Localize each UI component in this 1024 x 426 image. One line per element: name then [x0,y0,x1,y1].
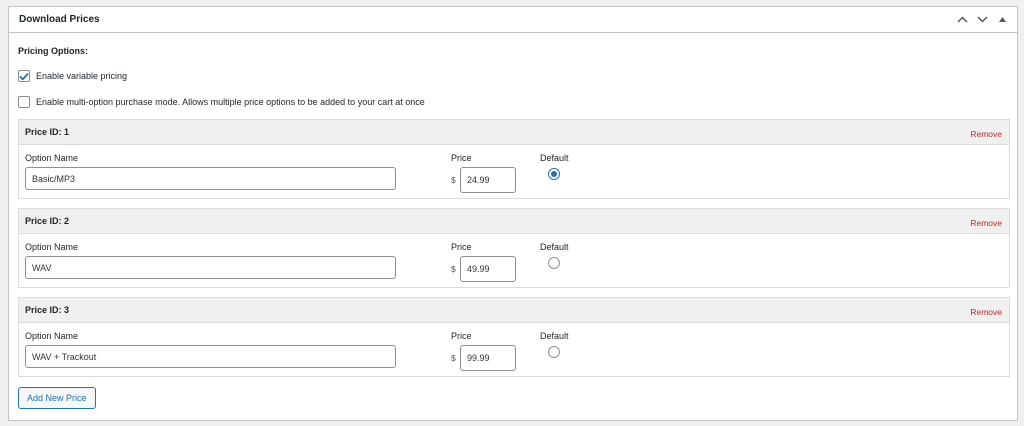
option-name-input[interactable] [25,256,396,279]
checkmark-icon [19,72,29,81]
multi-option-mode-option: Enable multi-option purchase mode. Allow… [18,95,1008,109]
price-row: Price ID: 1 Remove Option Name Price Def… [18,119,1010,199]
currency-symbol: $ [451,175,456,185]
currency-symbol: $ [451,353,456,363]
option-name-label: Option Name [25,153,79,163]
variable-pricing-label: Enable variable pricing [36,71,128,81]
price-label: Price [451,331,472,341]
option-name-input[interactable] [25,167,396,190]
remove-price-link[interactable]: Remove [970,303,1002,317]
price-label: Price [451,242,472,252]
price-id-label: Price ID: 3 [25,305,70,315]
default-price-radio[interactable] [548,257,560,269]
multi-option-mode-label: Enable multi-option purchase mode. Allow… [36,97,425,107]
chevron-up-icon[interactable] [955,13,969,27]
add-new-price-button[interactable]: Add New Price [18,387,96,409]
price-input[interactable] [460,345,516,371]
price-row: Price ID: 2 Remove Option Name Price Def… [18,208,1010,288]
metabox-title: Download Prices [19,14,100,25]
price-row-body: Option Name Price Default $ [19,145,1009,198]
price-row-header: Price ID: 2 Remove [19,209,1009,234]
pricing-options-label: Pricing Options: [18,46,89,56]
price-label: Price [451,153,472,163]
price-row-header: Price ID: 1 Remove [19,120,1009,145]
caret-up-icon[interactable] [995,13,1009,27]
price-rows: Price ID: 1 Remove Option Name Price Def… [18,119,1010,377]
remove-price-link[interactable]: Remove [970,214,1002,228]
default-label: Default [540,331,569,341]
option-name-label: Option Name [25,242,79,252]
default-label: Default [540,153,569,163]
metabox-header-controls [955,13,1009,27]
remove-price-link[interactable]: Remove [970,125,1002,139]
metabox-content: Pricing Options: Enable variable pricing… [9,33,1017,409]
chevron-down-icon[interactable] [975,13,989,27]
download-prices-metabox: Download Prices Pricing Options: Enable … [8,6,1018,421]
option-name-label: Option Name [25,331,79,341]
price-input[interactable] [460,256,516,282]
option-name-input[interactable] [25,345,396,368]
default-price-radio[interactable] [548,168,560,180]
variable-pricing-option: Enable variable pricing [18,69,1008,83]
default-label: Default [540,242,569,252]
currency-symbol: $ [451,264,456,274]
variable-pricing-checkbox[interactable] [18,70,30,82]
metabox-header: Download Prices [9,7,1017,33]
price-row: Price ID: 3 Remove Option Name Price Def… [18,297,1010,377]
price-input[interactable] [460,167,516,193]
price-row-body: Option Name Price Default $ [19,234,1009,287]
price-id-label: Price ID: 1 [25,127,70,137]
price-id-label: Price ID: 2 [25,216,70,226]
multi-option-mode-checkbox[interactable] [18,96,30,108]
default-price-radio[interactable] [548,346,560,358]
price-row-body: Option Name Price Default $ [19,323,1009,376]
price-row-header: Price ID: 3 Remove [19,298,1009,323]
